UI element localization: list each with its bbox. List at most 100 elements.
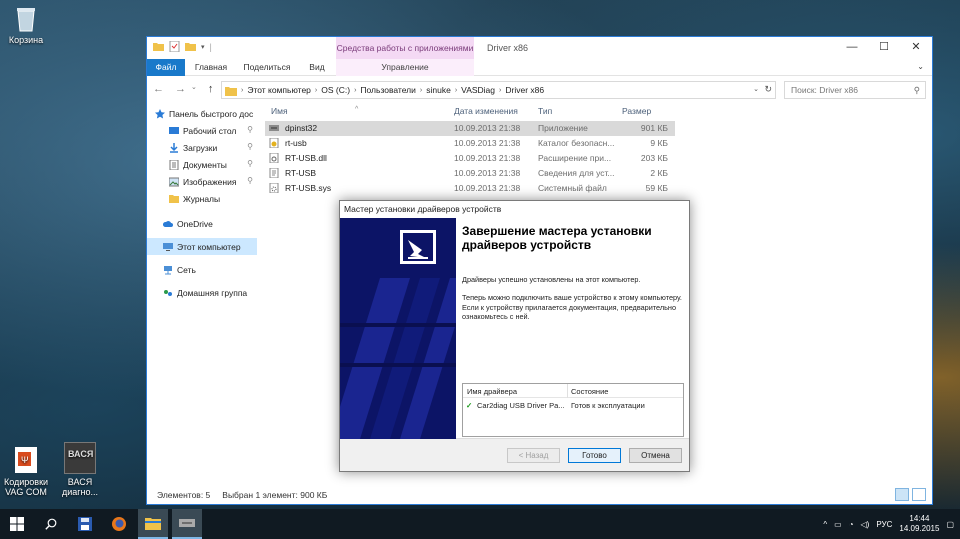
search-input[interactable]: Поиск: Driver x86 ⚲ (784, 81, 926, 99)
tab-share[interactable]: Поделиться (241, 59, 293, 76)
desktop-icon-label: ВАСЯ диагно... (61, 477, 99, 497)
table-row[interactable]: RT-USB.sys 10.09.2013 21:38 Системный фа… (265, 181, 675, 196)
driver-table: Имя драйвера Состояние ✓ Car2diag USB Dr… (462, 383, 684, 437)
start-button[interactable] (2, 509, 32, 539)
details-view-icon[interactable] (895, 488, 909, 501)
chevron-up-icon[interactable]: ^ (823, 520, 827, 529)
desktop-icon-recycle-bin[interactable]: Корзина (0, 6, 56, 45)
clock-time: 14:44 (909, 514, 930, 523)
sidebar-item-this-pc[interactable]: Этот компьютер (147, 238, 257, 255)
table-row[interactable]: rt-usb 10.09.2013 21:38 Каталог безопасн… (265, 136, 675, 151)
sidebar-item-pictures[interactable]: Изображения ⚲ (147, 173, 257, 190)
chevron-down-icon[interactable]: ⌄ (753, 85, 759, 93)
installer-icon (400, 230, 436, 264)
column-header-name[interactable]: Имя (271, 106, 288, 116)
system-tray: ^ ▭ ◔ ◁) РУС 14:44 14.09.2015 ▢ (823, 509, 954, 539)
chevron-down-icon[interactable]: ▾ (201, 43, 205, 51)
chevron-up-icon: ^ (355, 106, 359, 113)
tab-manage[interactable]: Управление (336, 59, 474, 76)
cloud-icon (163, 220, 173, 227)
clock-date: 14.09.2015 (899, 524, 940, 533)
pin-icon[interactable]: ⚲ (247, 176, 253, 185)
column-header-type[interactable]: Тип (538, 106, 552, 116)
expand-ribbon-icon[interactable]: ⌄ (917, 62, 924, 71)
wifi-icon[interactable]: ◔ (849, 520, 854, 529)
sidebar-item-homegroup[interactable]: Домашняя группа (147, 284, 257, 301)
catalog-icon (269, 138, 279, 148)
tab-file[interactable]: Файл (147, 59, 185, 76)
tab-view[interactable]: Вид (303, 59, 331, 76)
breadcrumb-item[interactable]: VASDiag (461, 85, 495, 95)
sidebar-item-label: Изображения (183, 176, 237, 187)
table-row[interactable]: RT-USB.dll 10.09.2013 21:38 Расширение п… (265, 151, 675, 166)
table-row[interactable]: dpinst32 10.09.2013 21:38 Приложение 901… (265, 121, 675, 136)
pin-icon[interactable]: ⚲ (247, 159, 253, 168)
refresh-icon[interactable]: ↻ (764, 84, 772, 95)
volume-icon[interactable]: ◁) (861, 520, 870, 529)
desktop-icon-vag-com[interactable]: Ψ Кодировки VAG COM (0, 446, 56, 497)
pin-icon[interactable]: ⚲ (247, 125, 253, 134)
breadcrumb-item[interactable]: Driver x86 (505, 85, 544, 95)
windows-logo-icon (10, 517, 24, 531)
chevron-down-icon[interactable]: ⌄ (191, 83, 197, 95)
taskbar-app-driver-wizard[interactable] (172, 509, 202, 539)
tab-home[interactable]: Главная (191, 59, 231, 76)
close-button[interactable]: ✕ (900, 37, 932, 59)
search-button[interactable] (36, 509, 66, 539)
large-icons-view-icon[interactable] (912, 488, 926, 501)
back-arrow-icon[interactable]: ← (153, 83, 164, 95)
file-name: RT-USB (285, 168, 317, 178)
taskbar-app-save[interactable] (70, 509, 100, 539)
computer-icon (163, 242, 173, 251)
column-header-date[interactable]: Дата изменения (454, 106, 518, 116)
vasya-app-icon: ВАСЯ (64, 442, 96, 474)
minimize-button[interactable]: — (836, 37, 868, 59)
address-bar[interactable]: › Этот компьютер › OS (C:) › Пользовател… (221, 81, 776, 99)
firefox-icon (112, 517, 126, 531)
breadcrumb-item[interactable]: sinuke (426, 85, 451, 95)
maximize-button[interactable]: ☐ (868, 37, 900, 59)
sidebar-item-downloads[interactable]: Загрузки ⚲ (147, 139, 257, 156)
chevron-right-icon: › (354, 86, 357, 94)
clock[interactable]: 14:44 14.09.2015 (899, 514, 939, 534)
sidebar-item-label: Этот компьютер (177, 241, 241, 252)
keyboard-language[interactable]: РУС (876, 520, 892, 529)
taskbar-app-firefox[interactable] (104, 509, 134, 539)
up-arrow-icon[interactable]: ↑ (208, 83, 214, 95)
breadcrumb-item[interactable]: Пользователи (360, 85, 415, 95)
table-row: ✓ Car2diag USB Driver Pa... Готов к эксп… (463, 398, 683, 412)
breadcrumb-item[interactable]: Этот компьютер (247, 85, 311, 95)
cancel-button[interactable]: Отмена (629, 448, 682, 463)
wizard-banner-art (340, 230, 456, 439)
download-icon (170, 142, 178, 153)
sidebar-item-quick-access[interactable]: Панель быстрого дос (147, 105, 257, 122)
forward-arrow-icon[interactable]: → (175, 83, 186, 95)
new-folder-icon[interactable] (185, 41, 196, 52)
column-header-size[interactable]: Размер (622, 106, 651, 116)
title-bar: ▾ | Средства работы с приложениями Drive… (147, 37, 932, 59)
ribbon-tabs: Файл Главная Поделиться Вид Управление ⌄ (147, 59, 932, 76)
desktop-icon-label: Корзина (8, 35, 44, 45)
desktop-icon-vasya[interactable]: ВАСЯ ВАСЯ диагно... (50, 442, 110, 497)
sidebar-item-network[interactable]: Сеть (147, 261, 257, 278)
folder-icon[interactable] (153, 41, 164, 52)
finish-button[interactable]: Готово (568, 448, 621, 463)
notification-icon[interactable]: ▢ (946, 520, 954, 529)
file-type: Каталог безопасн... (538, 138, 615, 148)
navigation-pane: Панель быстрого дос Рабочий стол ⚲ Загру… (147, 105, 257, 485)
sidebar-item-desktop[interactable]: Рабочий стол ⚲ (147, 122, 257, 139)
search-icon (45, 518, 57, 530)
column-headers: ^ Имя Дата изменения Тип Размер (265, 101, 675, 121)
chevron-right-icon: › (454, 86, 458, 94)
search-icon: ⚲ (913, 85, 920, 95)
pin-icon[interactable]: ⚲ (247, 142, 253, 151)
table-row[interactable]: RT-USB 10.09.2013 21:38 Сведения для уст… (265, 166, 675, 181)
sidebar-item-documents[interactable]: Документы ⚲ (147, 156, 257, 173)
taskbar-app-explorer[interactable] (138, 509, 168, 539)
breadcrumb-item[interactable]: OS (C:) (321, 85, 350, 95)
network-icon[interactable]: ▭ (834, 520, 842, 529)
properties-icon[interactable] (169, 41, 180, 52)
sidebar-item-journals[interactable]: Журналы (147, 190, 257, 207)
sidebar-item-onedrive[interactable]: OneDrive (147, 215, 257, 232)
file-date: 10.09.2013 21:38 (454, 123, 521, 133)
